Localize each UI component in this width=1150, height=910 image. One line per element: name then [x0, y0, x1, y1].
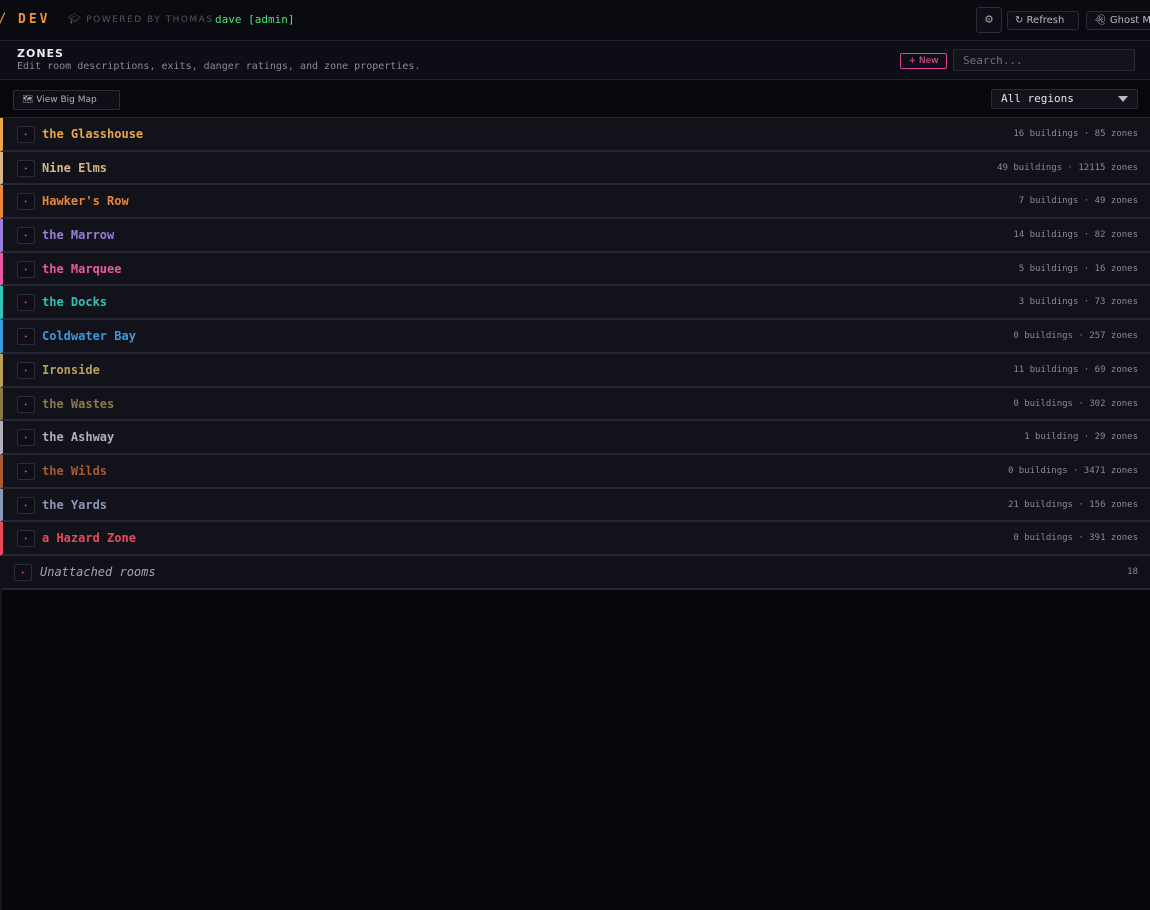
- region-stats: 0 buildings · 257 zones: [1013, 331, 1138, 342]
- region-stats: 0 buildings · 391 zones: [1013, 533, 1138, 544]
- region-name: the Docks: [42, 295, 108, 310]
- expand-toggle-icon[interactable]: ▸: [17, 496, 35, 514]
- expand-toggle-icon[interactable]: ▸: [17, 530, 35, 548]
- brand-mark-icon: /: [0, 11, 6, 27]
- powered-by-text: POWERED BY THOMAS: [86, 15, 214, 25]
- page-subtitle: Edit room descriptions, exits, danger ra…: [17, 61, 421, 72]
- expand-toggle-icon[interactable]: ▸: [17, 227, 35, 245]
- region-filter-select[interactable]: All regions: [991, 89, 1138, 109]
- ghost-label: Ghost M: [1109, 15, 1150, 26]
- expand-toggle-icon[interactable]: ▸: [17, 193, 35, 211]
- region-name: the Wastes: [42, 396, 115, 411]
- region-stats: 7 buildings · 49 zones: [1018, 196, 1138, 207]
- region-row[interactable]: ▸ the Marrow 14 buildings · 82 zones: [0, 219, 1150, 253]
- top-bar: / DEV 🎓︎POWERED BY THOMAS dave [admin] ⚙…: [0, 0, 1150, 41]
- region-row[interactable]: ▸ the Ashway 1 building · 29 zones: [0, 421, 1150, 455]
- region-stats: 14 buildings · 82 zones: [1013, 230, 1138, 241]
- toolbar: 🗺 View Big Map All regions: [0, 80, 1150, 118]
- region-stats: 1 building · 29 zones: [1024, 432, 1138, 443]
- region-name: Ironside: [42, 362, 100, 377]
- gear-icon: ⚙: [985, 12, 993, 27]
- region-name: a Hazard Zone: [42, 531, 136, 546]
- region-stats: 11 buildings · 69 zones: [1013, 364, 1138, 375]
- search-input[interactable]: [953, 49, 1135, 71]
- region-list: ▸ the Glasshouse 16 buildings · 85 zones ▸…: [0, 118, 1150, 590]
- region-name: the Wilds: [42, 463, 108, 478]
- region-name: the Glasshouse: [42, 127, 144, 141]
- region-stats: 0 buildings · 302 zones: [1013, 398, 1138, 409]
- region-name: Hawker's Row: [42, 194, 129, 209]
- graduation-cap-icon: 🎓︎: [68, 14, 83, 25]
- ghost-icon: 👻︎: [1094, 15, 1110, 26]
- region-row[interactable]: ▸ Nine Elms 49 buildings · 12115 zones: [0, 151, 1150, 186]
- page-title: ZONES: [17, 47, 64, 60]
- region-row[interactable]: ▸ the Marquee 5 buildings · 16 zones: [0, 252, 1150, 287]
- unattached-label: Unattached rooms: [40, 564, 156, 579]
- region-name: the Yards: [42, 497, 108, 512]
- expand-toggle-icon[interactable]: ▸: [17, 361, 35, 379]
- settings-button[interactable]: ⚙: [976, 7, 1002, 33]
- current-user: dave [admin]: [215, 13, 295, 26]
- expand-toggle-icon[interactable]: ▸: [14, 563, 32, 581]
- unattached-rooms-row[interactable]: ▸ Unattached rooms 18: [0, 555, 1150, 590]
- region-row[interactable]: ▸ a Hazard Zone 0 buildings · 391 zones: [0, 522, 1150, 556]
- region-filter-value: All regions: [1001, 92, 1074, 105]
- ghost-mode-button[interactable]: 👻︎ Ghost M: [1086, 11, 1150, 30]
- region-stats: 5 buildings · 16 zones: [1018, 263, 1138, 274]
- refresh-button[interactable]: ↻ Refresh: [1007, 11, 1079, 30]
- region-name: the Marrow: [42, 228, 115, 243]
- region-name: Nine Elms: [42, 160, 108, 175]
- brand-logo[interactable]: DEV: [18, 12, 50, 27]
- region-row[interactable]: ▸ the Docks 3 buildings · 73 zones: [0, 286, 1150, 321]
- page-header: ZONES Edit room descriptions, exits, dan…: [0, 41, 1150, 80]
- empty-content-area: [0, 590, 1150, 910]
- expand-toggle-icon[interactable]: ▸: [17, 159, 35, 177]
- region-name: Coldwater Bay: [42, 329, 136, 344]
- new-zone-button[interactable]: + New: [900, 53, 947, 69]
- region-row[interactable]: ▸ the Wilds 0 buildings · 3471 zones: [0, 454, 1150, 489]
- view-big-map-button[interactable]: 🗺 View Big Map: [13, 90, 120, 110]
- expand-toggle-icon[interactable]: ▸: [17, 126, 35, 143]
- region-row[interactable]: ▸ the Wastes 0 buildings · 302 zones: [0, 387, 1150, 422]
- region-name: the Marquee: [42, 261, 122, 276]
- expand-toggle-icon[interactable]: ▸: [17, 395, 35, 413]
- powered-by: 🎓︎ POWERED BY THOMAS: [68, 14, 214, 25]
- expand-toggle-icon[interactable]: ▸: [17, 328, 35, 346]
- region-row[interactable]: ▸ Hawker's Row 7 buildings · 49 zones: [0, 185, 1150, 220]
- region-stats: 3 buildings · 73 zones: [1018, 297, 1138, 308]
- region-stats: 16 buildings · 85 zones: [1013, 129, 1138, 139]
- expand-toggle-icon[interactable]: ▸: [17, 462, 35, 480]
- unattached-count: 18: [1127, 566, 1138, 577]
- expand-toggle-icon[interactable]: ▸: [17, 294, 35, 312]
- region-name: the Ashway: [42, 430, 115, 445]
- chevron-down-icon: [1118, 96, 1128, 102]
- region-stats: 21 buildings · 156 zones: [1007, 499, 1138, 510]
- region-stats: 0 buildings · 3471 zones: [1007, 465, 1138, 476]
- region-row[interactable]: ▸ the Yards 21 buildings · 156 zones: [0, 488, 1150, 523]
- region-row[interactable]: ▸ Ironside 11 buildings · 69 zones: [0, 353, 1150, 388]
- expand-toggle-icon[interactable]: ▸: [17, 260, 35, 278]
- region-row[interactable]: ▸ Coldwater Bay 0 buildings · 257 zones: [0, 320, 1150, 354]
- region-row[interactable]: ▸ the Glasshouse 16 buildings · 85 zones: [0, 118, 1150, 152]
- expand-toggle-icon[interactable]: ▸: [17, 429, 35, 447]
- region-stats: 49 buildings · 12115 zones: [997, 162, 1138, 173]
